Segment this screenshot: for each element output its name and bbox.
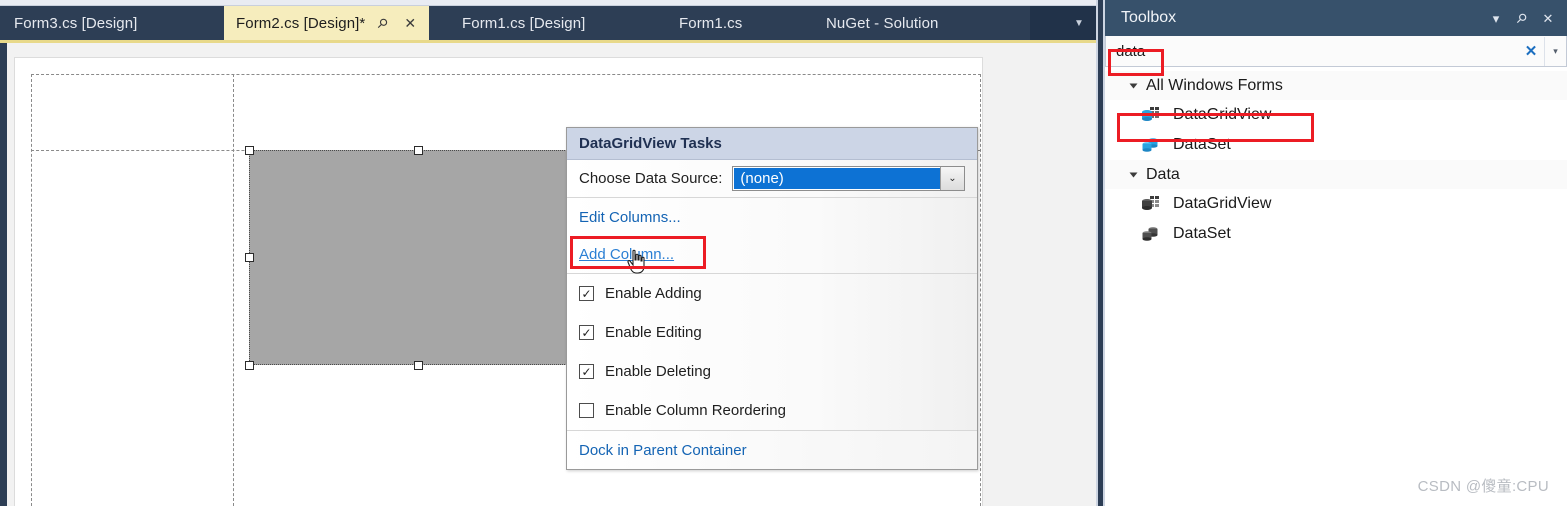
toolbox-group-label: Data [1146, 165, 1180, 183]
visual-studio-window: Form3.cs [Design] Form2.cs [Design]* ⚲ ✕… [0, 0, 1567, 506]
watermark: CSDN @傻童:CPU [1417, 478, 1549, 495]
toolbox-item-label: DataGridView [1173, 106, 1272, 123]
tab-label: Form1.cs [679, 14, 743, 32]
selection-handle-bottom-center[interactable] [414, 361, 423, 370]
tab-nuget-solution[interactable]: NuGet - Solution [812, 6, 953, 40]
toolbox-item-datagridview-windows-forms[interactable]: DataGridView [1105, 100, 1567, 130]
selection-handle-top-center[interactable] [414, 146, 423, 155]
table-layout-column-divider [233, 74, 234, 506]
enable-column-reordering-checkbox[interactable] [579, 403, 594, 418]
choose-data-source-row: Choose Data Source: (none) ⌄ [567, 160, 977, 198]
tab-label: NuGet - Solution [826, 14, 939, 32]
toolbox-tree: All Windows Forms DataGridView DataSet D… [1105, 67, 1567, 249]
choose-data-source-label: Choose Data Source: [579, 170, 723, 187]
datagridview-control[interactable] [249, 150, 587, 365]
enable-adding-label: Enable Adding [605, 285, 702, 302]
toolbox-item-dataset-data[interactable]: DataSet [1105, 219, 1567, 249]
selection-handle-top-left[interactable] [245, 146, 254, 155]
chevron-down-icon[interactable]: ⌄ [940, 167, 964, 190]
toolbox-panel: Toolbox ▾ ⚲ ✕ ✕ ▾ All Windows Forms [1105, 0, 1567, 506]
tab-form1-design[interactable]: Form1.cs [Design] [448, 6, 599, 40]
tasks-panel-body: Choose Data Source: (none) ⌄ Edit Column… [567, 160, 977, 469]
expander-triangle-icon[interactable] [1129, 172, 1138, 177]
toolbox-item-label: DataSet [1173, 136, 1231, 153]
edit-columns-link-row[interactable]: Edit Columns... [567, 198, 977, 236]
enable-adding-row[interactable]: ✓ Enable Adding [567, 274, 977, 313]
search-input[interactable] [1106, 36, 1518, 66]
close-icon[interactable]: ✕ [401, 14, 419, 32]
toolbox-group-all-windows-forms[interactable]: All Windows Forms [1105, 71, 1567, 100]
tab-overflow-chevron-down-icon[interactable]: ▼ [1070, 6, 1088, 40]
search-options-chevron-down-icon[interactable]: ▾ [1544, 36, 1566, 66]
enable-adding-checkbox[interactable]: ✓ [579, 286, 594, 301]
enable-editing-row[interactable]: ✓ Enable Editing [567, 313, 977, 352]
enable-editing-checkbox[interactable]: ✓ [579, 325, 594, 340]
tasks-panel-title: DataGridView Tasks [567, 128, 977, 160]
expander-triangle-icon[interactable] [1129, 83, 1138, 88]
tab-form1-cs[interactable]: Form1.cs [665, 6, 756, 40]
enable-deleting-checkbox[interactable]: ✓ [579, 364, 594, 379]
toolbox-item-label: DataGridView [1173, 195, 1272, 212]
dataset-icon [1141, 136, 1161, 154]
data-source-combobox[interactable]: (none) ⌄ [732, 166, 965, 191]
enable-column-reordering-row[interactable]: Enable Column Reordering [567, 391, 977, 430]
toolbox-group-data[interactable]: Data [1105, 160, 1567, 189]
tab-strip-right-area [1030, 6, 1100, 40]
enable-editing-label: Enable Editing [605, 324, 702, 341]
tab-form2-design[interactable]: Form2.cs [Design]* ⚲ ✕ [224, 6, 430, 40]
dataset-icon [1141, 225, 1161, 243]
datagridview-icon [1141, 106, 1161, 124]
datagridview-tasks-panel: DataGridView Tasks Choose Data Source: (… [566, 127, 978, 470]
tab-form3-design[interactable]: Form3.cs [Design] [0, 6, 151, 40]
editor-tab-strip: Form3.cs [Design] Form2.cs [Design]* ⚲ ✕… [0, 6, 1100, 40]
designer-left-edge [0, 43, 7, 506]
enable-column-reordering-label: Enable Column Reordering [605, 402, 786, 419]
dock-in-parent-container-row[interactable]: Dock in Parent Container [567, 430, 977, 469]
edit-columns-link[interactable]: Edit Columns... [579, 209, 681, 226]
toolbox-item-datagridview-data[interactable]: DataGridView [1105, 189, 1567, 219]
toolbox-item-label: DataSet [1173, 225, 1231, 242]
pin-icon[interactable]: ⚲ [371, 10, 396, 35]
toolbox-header: Toolbox ▾ ⚲ ✕ [1105, 0, 1567, 36]
toolbox-group-label: All Windows Forms [1146, 76, 1283, 94]
enable-deleting-row[interactable]: ✓ Enable Deleting [567, 352, 977, 391]
dock-in-parent-container-link[interactable]: Dock in Parent Container [579, 442, 747, 459]
toolbox-search-bar[interactable]: ✕ ▾ [1105, 36, 1567, 67]
clear-search-icon[interactable]: ✕ [1518, 37, 1544, 66]
panel-divider[interactable] [1096, 0, 1105, 506]
tab-label: Form3.cs [Design] [14, 14, 138, 32]
toolbox-item-dataset-windows-forms[interactable]: DataSet [1105, 130, 1567, 160]
tab-label: Form1.cs [Design] [462, 14, 586, 32]
enable-deleting-label: Enable Deleting [605, 363, 711, 380]
toolbox-title: Toolbox [1121, 9, 1177, 26]
data-source-selected-value: (none) [734, 168, 940, 189]
add-column-link-row[interactable]: Add Column... [567, 236, 977, 274]
selection-handle-middle-left[interactable] [245, 253, 254, 262]
selection-handle-bottom-left[interactable] [245, 361, 254, 370]
add-column-link[interactable]: Add Column... [579, 246, 674, 263]
tab-label: Form2.cs [Design]* [236, 14, 366, 32]
datagridview-icon [1141, 195, 1161, 213]
